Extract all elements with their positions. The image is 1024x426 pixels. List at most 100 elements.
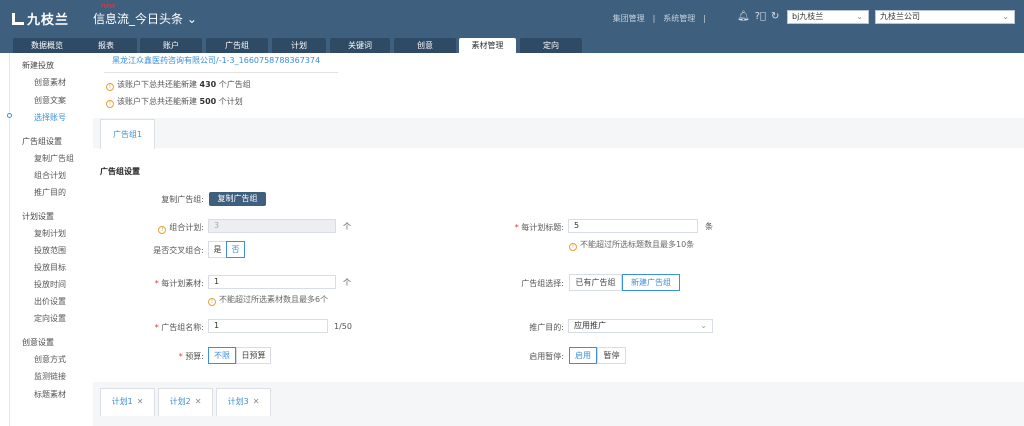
sidebar-item-select-account[interactable]: 选择账号 <box>34 112 66 123</box>
existing-adgroup-option[interactable]: 已有广告组 <box>569 274 622 291</box>
chevron-down-icon: ⌄ <box>186 12 197 26</box>
warning-icon: ! <box>106 100 114 108</box>
copy-adgroup-label: 复制广告组: <box>161 195 204 204</box>
sidebar-item-copy-plan[interactable]: 复制计划 <box>34 228 66 239</box>
logo-text: 九枝兰 <box>27 13 70 28</box>
material-label: * 每计划素材: <box>154 279 204 288</box>
system-management-link[interactable]: 系统管理 <box>663 14 695 23</box>
warning-icon: ! <box>569 243 577 251</box>
sidebar-item-creative-copy[interactable]: 创意文案 <box>34 95 66 106</box>
sidebar-item-range[interactable]: 投放范围 <box>34 245 66 256</box>
sidebar-item-creative-mode[interactable]: 创意方式 <box>34 354 66 365</box>
tab-targeting[interactable]: 定向 <box>520 38 582 53</box>
warning-icon: ! <box>208 298 216 306</box>
status-off-option[interactable]: 暂停 <box>597 347 626 364</box>
plan-tab-3[interactable]: 计划3 ✕ <box>216 388 271 416</box>
sidebar-rail <box>9 53 10 426</box>
chevron-down-icon: ⌄ <box>856 12 863 21</box>
help-icon[interactable]: ?⃝ <box>755 11 766 22</box>
sidebar-item-goal[interactable]: 投放目标 <box>34 262 66 273</box>
purpose-select[interactable]: 应用推广 ⌄ <box>568 319 713 333</box>
section-title: 广告组设置 <box>100 167 140 176</box>
tab-material[interactable]: 素材管理 <box>459 38 516 53</box>
top-bar: 九枝兰 new 信息流_今日头条 ⌄ 集团管理 | 系统管理 | 🔔︎ ?⃝ ↻ bj九枝… <box>0 0 1024 36</box>
tab-adgroup[interactable]: 广告组 <box>206 38 268 53</box>
title-hint-text: 不能超过所选标题数且最多10条 <box>580 240 695 249</box>
sidebar-item-time[interactable]: 投放时间 <box>34 279 66 290</box>
copy-adgroup-button[interactable]: 复制广告组 <box>209 192 266 206</box>
product-switcher[interactable]: 信息流_今日头条 ⌄ <box>93 10 197 27</box>
tab-plan[interactable]: 计划 <box>272 38 326 53</box>
material-label-text: 每计划素材: <box>161 279 204 288</box>
plan-tab-label: 计划1 <box>111 397 133 406</box>
tab-keywords[interactable]: 关键词 <box>330 38 390 53</box>
bell-icon[interactable]: 🔔︎ <box>737 11 750 22</box>
company-select[interactable]: 九枝兰公司 ⌄ <box>875 10 1015 24</box>
tab-adgroup-1[interactable]: 广告组1 <box>100 119 155 149</box>
sidebar-group-new[interactable]: 新建投放 <box>22 60 54 71</box>
brand-logo[interactable]: 九枝兰 <box>12 9 69 28</box>
tab-creative[interactable]: 创意 <box>394 38 456 53</box>
notice-text: 个计划 <box>216 97 243 106</box>
refresh-icon[interactable]: ↻ <box>771 11 779 22</box>
sidebar-item-bid[interactable]: 出价设置 <box>34 296 66 307</box>
sidebar-group-plan[interactable]: 计划设置 <box>22 211 54 222</box>
close-icon[interactable]: ✕ <box>253 397 260 406</box>
plan-tab-1[interactable]: 计划1 ✕ <box>100 388 155 416</box>
chevron-down-icon: ⌄ <box>1002 12 1009 21</box>
account-name-link[interactable]: 黑龙江众鑫医药咨询有限公司/-1-3_1660758788367374 <box>112 55 320 66</box>
sidebar-item-purpose[interactable]: 推广目的 <box>34 187 66 198</box>
title-hint: ! 不能超过所选标题数且最多10条 <box>569 239 694 251</box>
tab-account[interactable]: 账户 <box>140 38 202 53</box>
material-unit: 个 <box>343 278 351 287</box>
tab-reports[interactable]: 报表 <box>75 38 137 53</box>
sidebar-item-copy-adgroup[interactable]: 复制广告组 <box>34 153 74 164</box>
adgroup-name-counter: 1/50 <box>334 322 352 331</box>
title-unit: 条 <box>705 222 713 231</box>
sidebar-item-title-material[interactable]: 标题素材 <box>34 389 66 400</box>
plan-tab-2[interactable]: 计划2 ✕ <box>158 388 213 416</box>
cross-no-option[interactable]: 否 <box>226 241 245 258</box>
group-management-link[interactable]: 集团管理 <box>613 14 645 23</box>
new-badge: new <box>101 2 116 10</box>
purpose-label: 推广目的: <box>529 323 564 332</box>
notice-text: 该账户下总共还能新建 <box>117 80 200 89</box>
budget-daily-option[interactable]: 日预算 <box>236 347 271 364</box>
company-select-value: 九枝兰公司 <box>880 12 920 21</box>
plan-quota-notice: ! 该账户下总共还能新建 500 个计划 <box>106 96 243 108</box>
adgroup-name-label: * 广告组名称: <box>154 323 204 332</box>
account-select[interactable]: bj九枝兰 ⌄ <box>787 10 869 24</box>
adgroup-quota-notice: ! 该账户下总共还能新建 430 个广告组 <box>106 79 251 91</box>
sidebar-item-combo-plan[interactable]: 组合计划 <box>34 170 66 181</box>
title-count-input[interactable]: 5 <box>568 219 698 233</box>
sidebar-item-creative-material[interactable]: 创意素材 <box>34 77 66 88</box>
material-hint-text: 不能超过所选素材数且最多6个 <box>219 295 329 304</box>
close-icon[interactable]: ✕ <box>137 397 144 406</box>
active-step-indicator <box>7 113 12 118</box>
material-count-input[interactable]: 1 <box>208 275 336 289</box>
title-label: * 每计划标题: <box>514 223 564 232</box>
material-hint: ! 不能超过所选素材数且最多6个 <box>208 294 328 306</box>
cross-yes-option[interactable]: 是 <box>208 241 227 258</box>
status-label: 启用暂停: <box>529 352 564 361</box>
warning-icon: ! <box>106 83 114 91</box>
tab-overview[interactable]: 数据概览 <box>13 38 81 53</box>
adgroup-name-input[interactable]: 1 <box>208 319 328 333</box>
status-on-option[interactable]: 启用 <box>569 347 597 364</box>
notice-number: 430 <box>199 80 217 89</box>
divider: | <box>703 14 706 23</box>
budget-unlimited-option[interactable]: 不限 <box>208 347 236 364</box>
sidebar-item-targeting[interactable]: 定向设置 <box>34 313 66 324</box>
sidebar-item-monitor-link[interactable]: 监测链接 <box>34 371 66 382</box>
budget-label: * 预算: <box>178 352 204 361</box>
new-adgroup-option[interactable]: 新建广告组 <box>622 274 680 291</box>
close-icon[interactable]: ✕ <box>195 397 202 406</box>
combo-plan-input: 3 <box>208 219 336 233</box>
top-links: 集团管理 | 系统管理 | <box>609 13 710 24</box>
plan-tab-label: 计划2 <box>169 397 191 406</box>
budget-label-text: 预算: <box>185 352 204 361</box>
account-tab-underline <box>104 72 338 73</box>
sidebar-group-adgroup[interactable]: 广告组设置 <box>22 136 62 147</box>
sidebar-group-creative[interactable]: 创意设置 <box>22 337 54 348</box>
purpose-select-value: 应用推广 <box>574 321 606 330</box>
